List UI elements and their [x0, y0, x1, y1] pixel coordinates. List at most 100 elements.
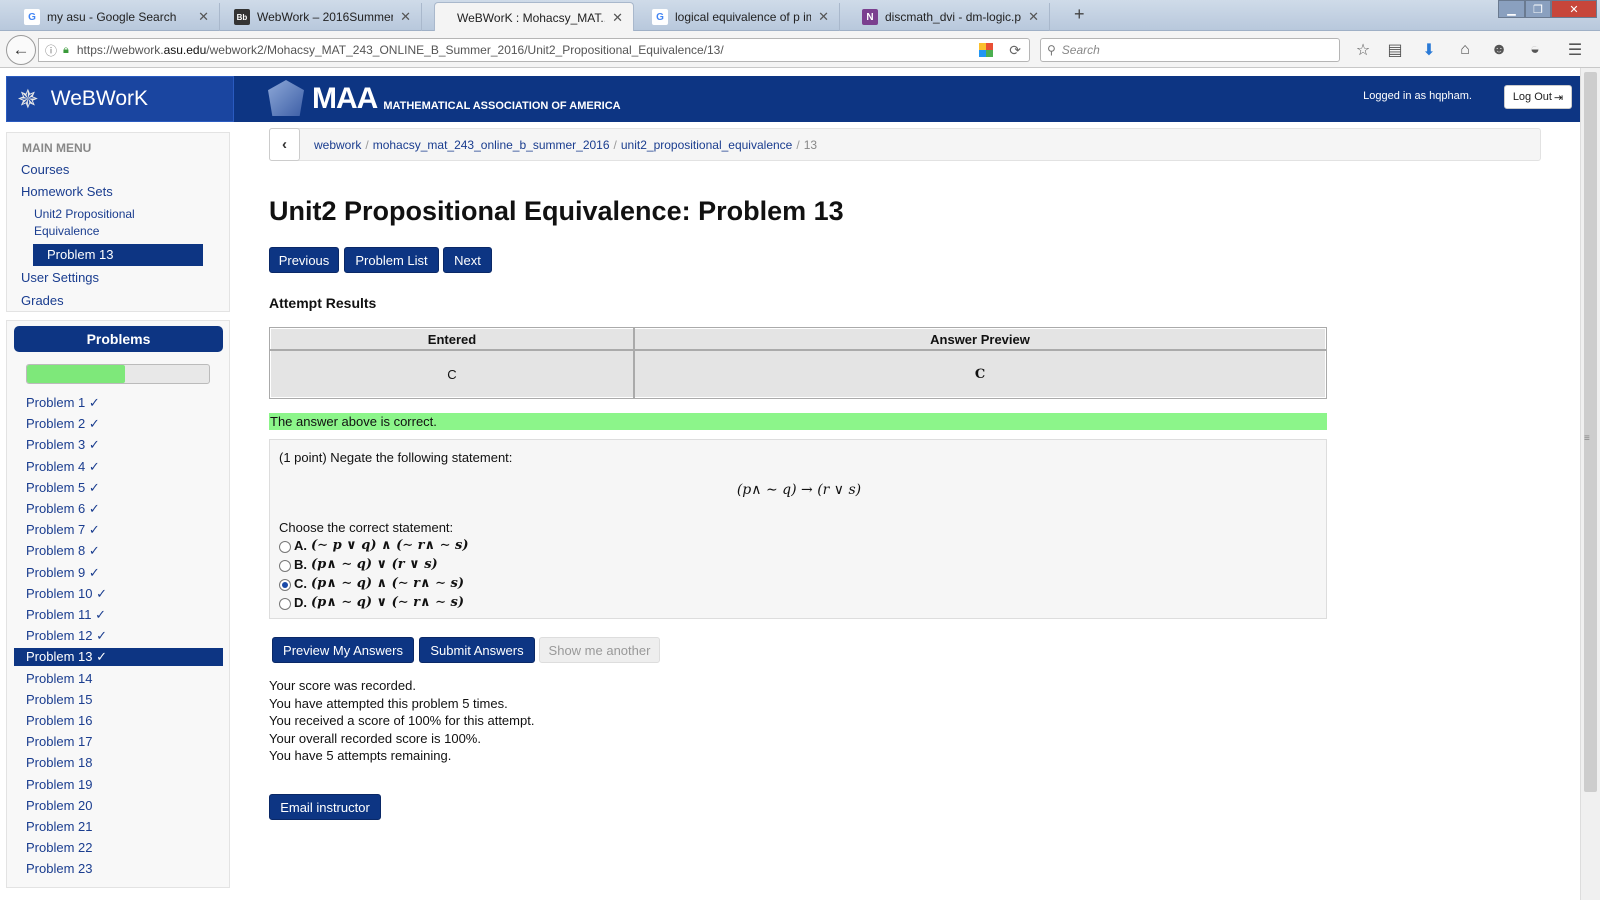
problem-item[interactable]: Problem 6 ✓ [26, 500, 222, 518]
problem-item[interactable]: Problem 16 [26, 712, 222, 730]
close-tab-icon[interactable]: ✕ [198, 9, 209, 25]
webwork-logo[interactable]: ✵ WeBWorK [6, 76, 234, 122]
pocket-icon[interactable]: ◒ [1524, 40, 1546, 60]
table-header-row: Entered Answer Preview [269, 327, 1327, 351]
menu-homework-sets-link[interactable]: Homework Sets [21, 184, 113, 199]
close-tab-icon[interactable]: ✕ [818, 9, 829, 25]
menu-courses-link[interactable]: Courses [21, 162, 69, 177]
reading-list-icon[interactable]: ▤ [1384, 40, 1406, 60]
option-a[interactable]: A. (∼ p ∨ q) ∧ (∼ r∧ ∼ s) [279, 536, 469, 554]
extension-icon[interactable] [979, 43, 993, 57]
breadcrumb-link[interactable]: unit2_propositional_equivalence [621, 138, 792, 152]
menu-set-link[interactable]: Unit2 Propositional Equivalence [34, 207, 135, 238]
bookmark-star-icon[interactable]: ☆ [1352, 40, 1374, 60]
score-message: You have 5 attempts remaining. [269, 748, 452, 763]
next-button[interactable]: Next [443, 247, 492, 273]
problem-item[interactable]: Problem 7 ✓ [26, 521, 222, 539]
breadcrumb-link[interactable]: mohacsy_mat_243_online_b_summer_2016 [373, 138, 610, 152]
scrollbar-thumb[interactable] [1584, 72, 1597, 792]
menu-current-problem[interactable]: Problem 13 [33, 244, 203, 266]
problem-item[interactable]: Problem 1 ✓ [26, 394, 222, 412]
problem-item[interactable]: Problem 2 ✓ [26, 415, 222, 433]
browser-tab[interactable]: G my asu - Google Search ✕ [12, 3, 220, 31]
menu-icon[interactable]: ☰ [1564, 40, 1586, 60]
main-menu-heading: MAIN MENU [22, 141, 92, 155]
minimize-icon[interactable]: ▁ [1498, 0, 1525, 18]
option-letter: A. [294, 537, 307, 553]
problem-item-current[interactable]: Problem 13 ✓ [14, 648, 223, 666]
close-tab-icon[interactable]: ✕ [612, 10, 623, 26]
home-icon[interactable]: ⌂ [1454, 40, 1476, 60]
radio-button[interactable] [279, 541, 291, 553]
new-tab-button[interactable]: + [1074, 4, 1085, 25]
problem-item[interactable]: Problem 11 ✓ [26, 606, 222, 624]
breadcrumb-back-icon[interactable]: ‹ [269, 128, 300, 161]
logout-icon: ⇥ [1553, 91, 1564, 104]
option-c[interactable]: C. (p∧ ∼ q) ∧ (∼ r∧ ∼ s) [279, 574, 464, 592]
problem-item[interactable]: Problem 9 ✓ [26, 564, 222, 582]
browser-tab[interactable]: Bb WebWork – 2016SummerB... ✕ [222, 3, 422, 31]
problem-item[interactable]: Problem 10 ✓ [26, 585, 222, 603]
table-row: C C [269, 349, 1327, 399]
problem-item[interactable]: Problem 17 [26, 733, 222, 751]
email-instructor-button[interactable]: Email instructor [269, 794, 381, 820]
page-scrollbar[interactable]: ≡ [1580, 68, 1600, 900]
browser-back-icon[interactable]: ← [6, 35, 36, 65]
show-me-another-button[interactable]: Show me another [539, 637, 660, 663]
close-window-icon[interactable]: ✕ [1551, 0, 1597, 18]
maximize-icon[interactable]: ❐ [1525, 0, 1551, 18]
submit-answers-button[interactable]: Submit Answers [419, 637, 535, 663]
browser-nav-bar: ← ⓘ 🔒︎ https://webwork.asu.edu/webwork2/… [0, 31, 1600, 68]
search-input[interactable]: ⚲ Search [1040, 38, 1340, 62]
radio-button[interactable] [279, 598, 291, 610]
preview-answers-button[interactable]: Preview My Answers [272, 637, 414, 663]
problem-item[interactable]: Problem 4 ✓ [26, 458, 222, 476]
correct-message: The answer above is correct. [269, 413, 1327, 430]
google-favicon-icon: G [652, 9, 668, 25]
close-tab-icon[interactable]: ✕ [1028, 9, 1039, 25]
browser-tab[interactable]: N discmath_dvi - dm-logic.pdf ✕ [850, 3, 1050, 31]
address-bar[interactable]: ⓘ 🔒︎ https://webwork.asu.edu/webwork2/Mo… [38, 38, 1030, 62]
menu-grades-link[interactable]: Grades [21, 293, 64, 308]
problem-item[interactable]: Problem 14 [26, 670, 222, 688]
reload-icon[interactable]: ⟳ [1009, 42, 1021, 59]
progress-fill [27, 365, 126, 383]
radio-button-selected[interactable] [279, 579, 291, 591]
maa-title: MAA [312, 82, 378, 115]
problem-item[interactable]: Problem 23 [26, 860, 222, 878]
browser-tab-active[interactable]: WeBWorK : Mohacsy_MAT... ✕ [434, 2, 634, 32]
preview-value: C [633, 349, 1327, 399]
problem-item[interactable]: Problem 22 [26, 839, 222, 857]
problem-item[interactable]: Problem 15 [26, 691, 222, 709]
problem-item[interactable]: Problem 8 ✓ [26, 542, 222, 560]
menu-user-settings-link[interactable]: User Settings [21, 270, 99, 285]
chat-icon[interactable]: ☻ [1488, 40, 1510, 60]
option-d[interactable]: D. (p∧ ∼ q) ∨ (∼ r∧ ∼ s) [279, 593, 464, 611]
lock-icon: 🔒︎ [63, 43, 69, 56]
problem-item[interactable]: Problem 20 [26, 797, 222, 815]
downloads-icon[interactable]: ⬇ [1418, 40, 1440, 60]
info-icon[interactable]: ⓘ [45, 42, 57, 59]
problem-item[interactable]: Problem 21 [26, 818, 222, 836]
problem-item[interactable]: Problem 5 ✓ [26, 479, 222, 497]
radio-button[interactable] [279, 560, 291, 572]
browser-tab[interactable]: G logical equivalence of p im... ✕ [640, 3, 840, 31]
option-b[interactable]: B. (p∧ ∼ q) ∨ (r ∨ s) [279, 555, 438, 573]
breadcrumb-separator: / [365, 138, 369, 152]
problem-item[interactable]: Problem 3 ✓ [26, 436, 222, 454]
breadcrumb-link[interactable]: webwork [314, 138, 361, 152]
problem-statement: (1 point) Negate the following statement… [279, 450, 513, 465]
problem-item[interactable]: Problem 18 [26, 754, 222, 772]
close-tab-icon[interactable]: ✕ [400, 9, 411, 25]
problem-list-button[interactable]: Problem List [344, 247, 439, 273]
problem-item[interactable]: Problem 12 ✓ [26, 627, 222, 645]
breadcrumb-current: 13 [803, 138, 818, 152]
previous-button[interactable]: Previous [269, 247, 339, 273]
problem-item[interactable]: Problem 19 [26, 776, 222, 794]
logout-button[interactable]: Log Out ⇥ [1504, 85, 1572, 109]
score-message: Your overall recorded score is 100%. [269, 730, 481, 746]
score-message: Your score was recorded. [269, 678, 416, 693]
tab-title: logical equivalence of p im... [675, 10, 812, 24]
site-header: ✵ WeBWorK MAA MATHEMATICAL ASSOCIATION O… [6, 76, 1580, 122]
col-answer-preview: Answer Preview [633, 327, 1327, 351]
